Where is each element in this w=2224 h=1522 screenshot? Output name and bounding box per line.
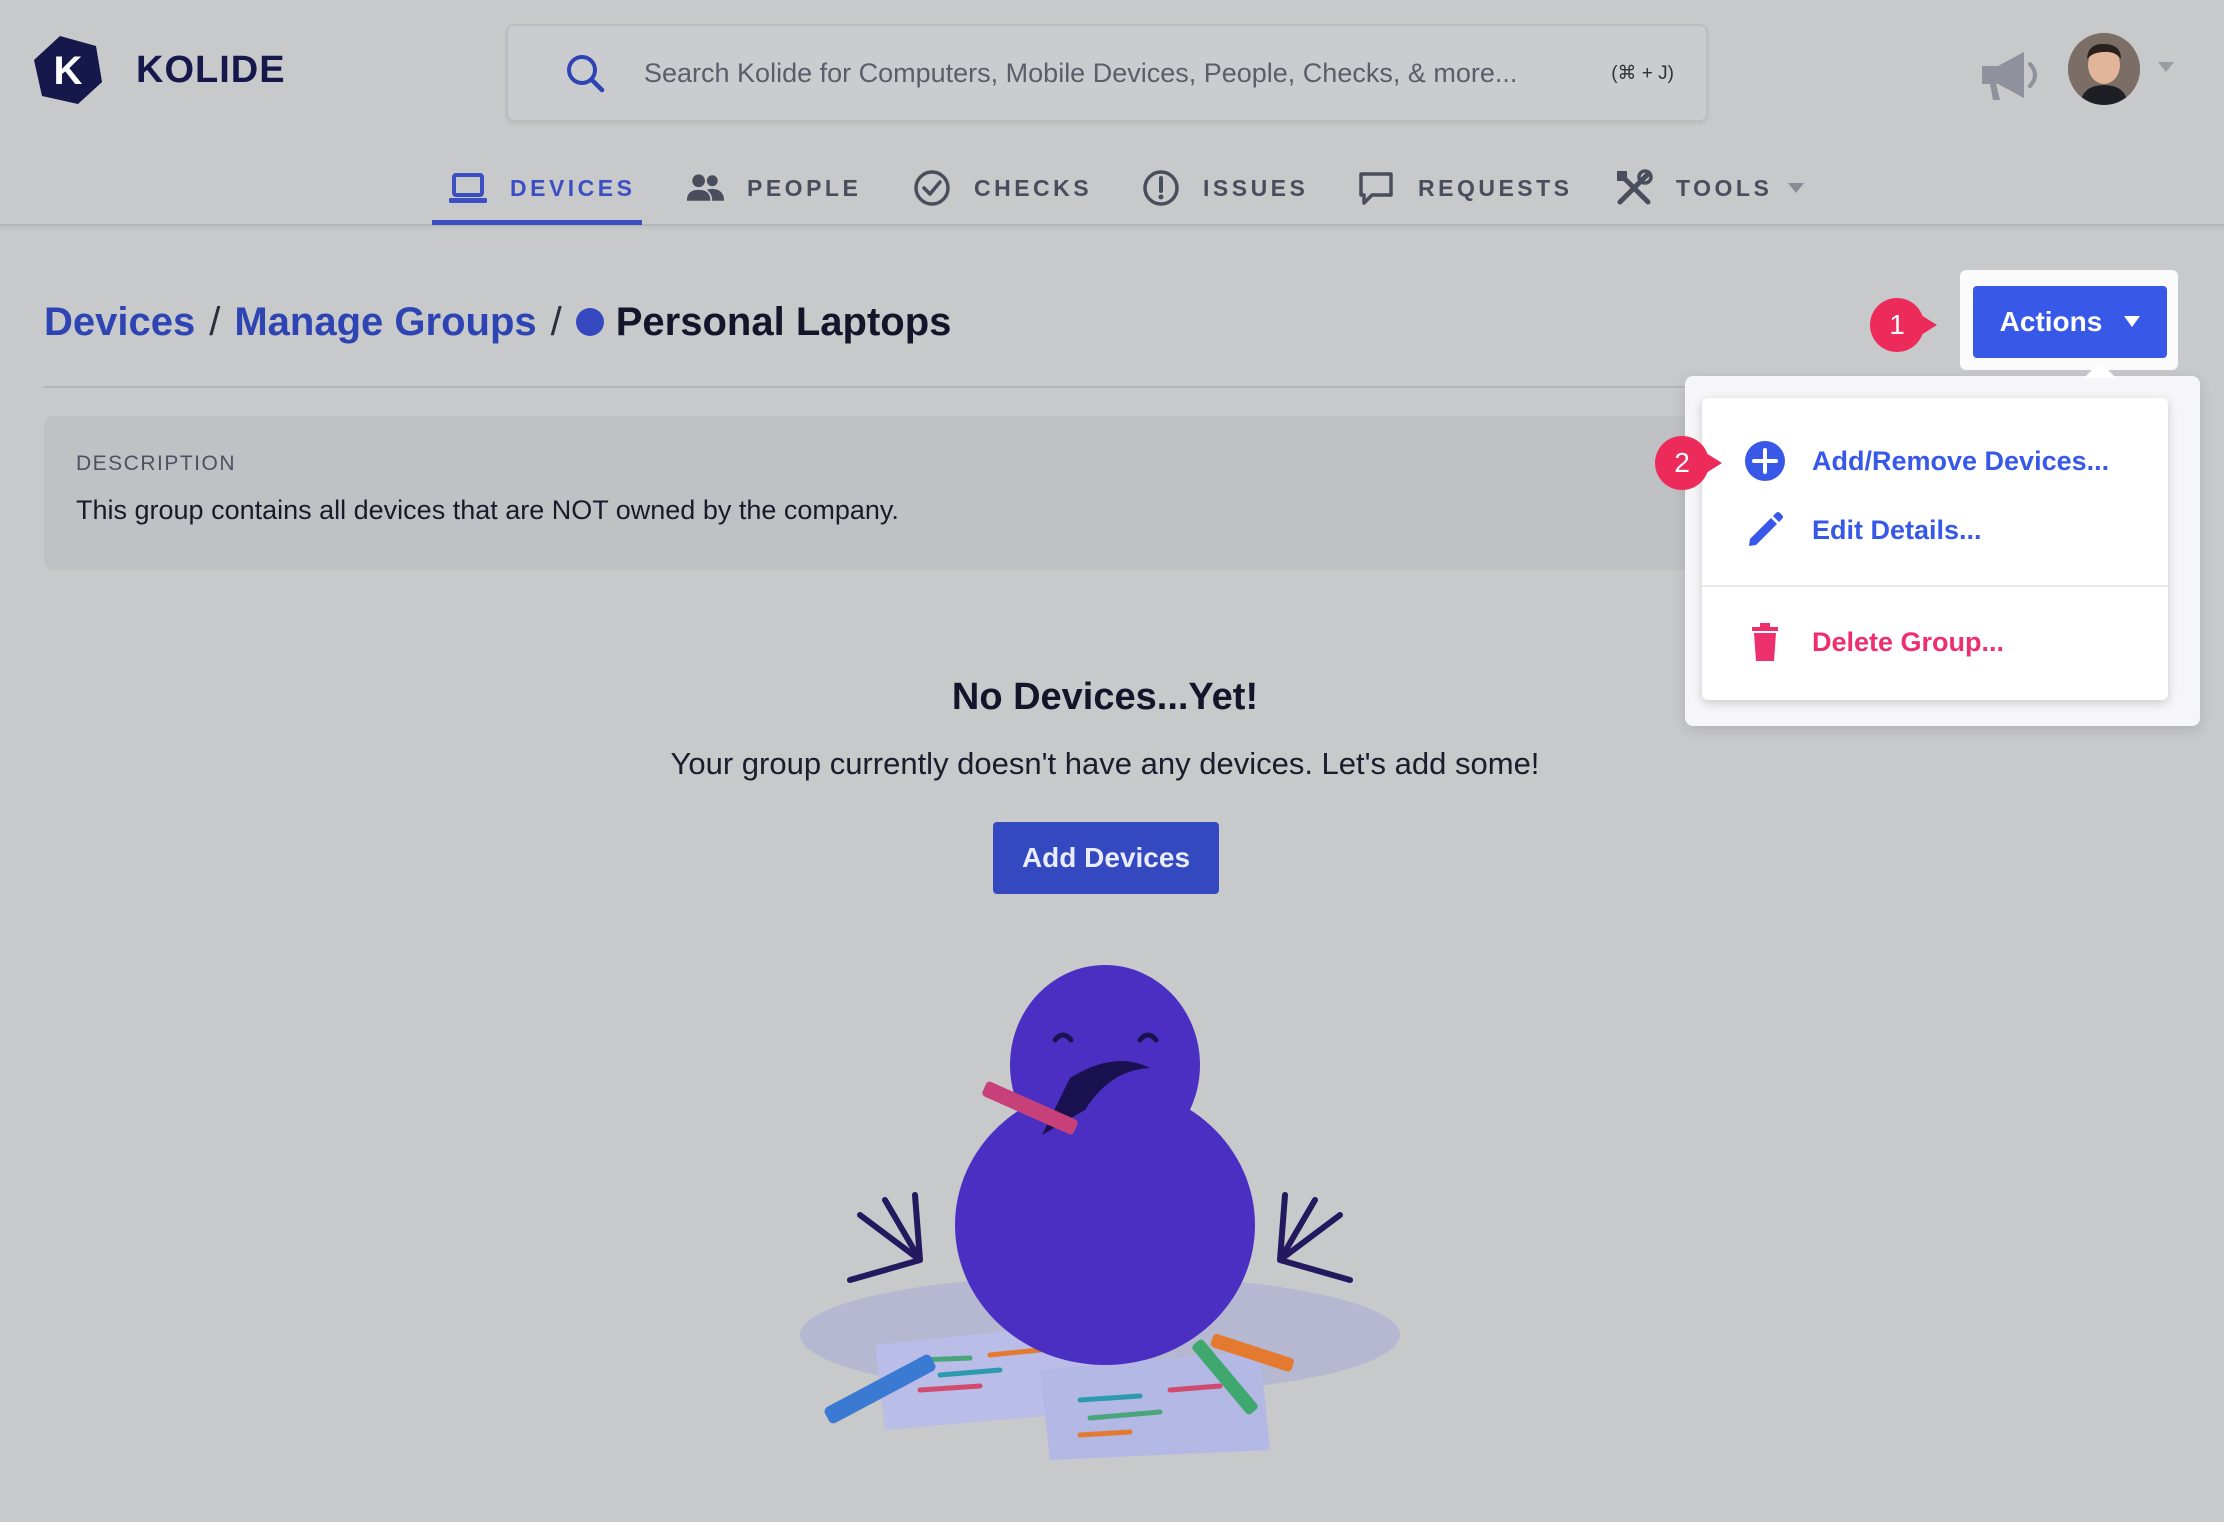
tab-requests-label: REQUESTS [1418,174,1573,201]
annotation-badge-2: 2 [1655,436,1722,490]
actions-menu: Add/Remove Devices... Edit Details... De… [1702,398,2168,700]
breadcrumb-separator: / [550,299,562,344]
chevron-down-icon[interactable] [2158,62,2174,72]
trash-icon [1752,623,1778,661]
page-title: Personal Laptops [615,299,952,344]
laptop-icon [449,173,487,203]
add-devices-button[interactable]: Add Devices [993,822,1219,894]
menu-item-add-remove-label: Add/Remove Devices... [1812,445,2110,476]
menu-item-delete-label: Delete Group... [1812,626,2005,657]
menu-item-add-remove-devices[interactable]: Add/Remove Devices... [1702,431,2168,491]
pencil-icon [1749,512,1783,546]
menu-item-edit-label: Edit Details... [1812,514,1982,545]
tab-devices[interactable]: DEVICES [448,150,635,226]
breadcrumb-separator: / [209,299,221,344]
global-search[interactable]: Search Kolide for Computers, Mobile Devi… [506,24,1708,122]
menu-divider [1702,585,2168,587]
description-panel: DESCRIPTION This group contains all devi… [44,416,1744,570]
check-circle-icon [914,170,950,206]
people-icon [686,174,725,201]
tab-tools-label: TOOLS [1676,174,1773,201]
avatar[interactable] [2068,33,2140,105]
tab-devices-label: DEVICES [510,174,636,201]
search-input[interactable]: Search Kolide for Computers, Mobile Devi… [644,58,1611,89]
empty-state-subtitle: Your group currently doesn't have any de… [670,746,1540,781]
search-icon [567,55,605,93]
add-circle-icon [1745,441,1785,481]
breadcrumb-devices-link[interactable]: Devices [44,300,195,345]
tab-checks[interactable]: CHECKS [912,150,1092,226]
tab-tools[interactable]: TOOLS [1614,150,1805,226]
actions-button-label: Actions [1999,306,2103,337]
header-divider [44,386,1684,388]
search-shortcut-hint: (⌘ + J) [1611,62,1674,84]
tab-issues[interactable]: ISSUES [1141,150,1308,226]
tab-people-label: PEOPLE [747,174,862,201]
tools-icon [1617,169,1653,205]
breadcrumb-manage-groups-link[interactable]: Manage Groups [234,300,536,345]
tab-checks-label: CHECKS [974,174,1093,201]
description-text: This group contains all devices that are… [76,495,899,525]
menu-caret [2084,362,2116,378]
menu-item-edit-details[interactable]: Edit Details... [1702,500,2168,560]
tab-issues-label: ISSUES [1203,174,1309,201]
chat-bubble-icon [1359,172,1393,205]
tab-requests[interactable]: REQUESTS [1356,150,1573,226]
group-color-dot [575,308,604,336]
tab-people[interactable]: PEOPLE [685,150,861,226]
kiwi-illustration [800,965,1400,1460]
kolide-logo-icon: K [34,36,102,104]
kolide-logo[interactable]: K KOLIDE [30,32,286,108]
caret-down-icon [2124,316,2141,327]
logo-text: KOLIDE [136,48,286,91]
active-tab-indicator [432,220,642,225]
top-header: K KOLIDE Search Kolide for Computers, Mo… [0,0,2224,226]
alert-circle-icon [1143,170,1179,206]
user-avatar-image [2068,33,2140,105]
main-nav: DEVICES PEOPLE CHECKS ISSUES REQUESTS TO… [0,150,2224,226]
svg-text:K: K [54,49,83,93]
breadcrumb: Devices / Manage Groups / Personal Lapto… [44,290,951,354]
megaphone-icon[interactable] [1978,46,2044,104]
menu-item-delete-group[interactable]: Delete Group... [1702,612,2168,672]
description-label: DESCRIPTION [76,452,237,475]
annotation-badge-1: 1 [1870,298,1937,352]
chevron-down-icon [1788,183,1805,193]
actions-button[interactable]: Actions [1973,286,2167,358]
